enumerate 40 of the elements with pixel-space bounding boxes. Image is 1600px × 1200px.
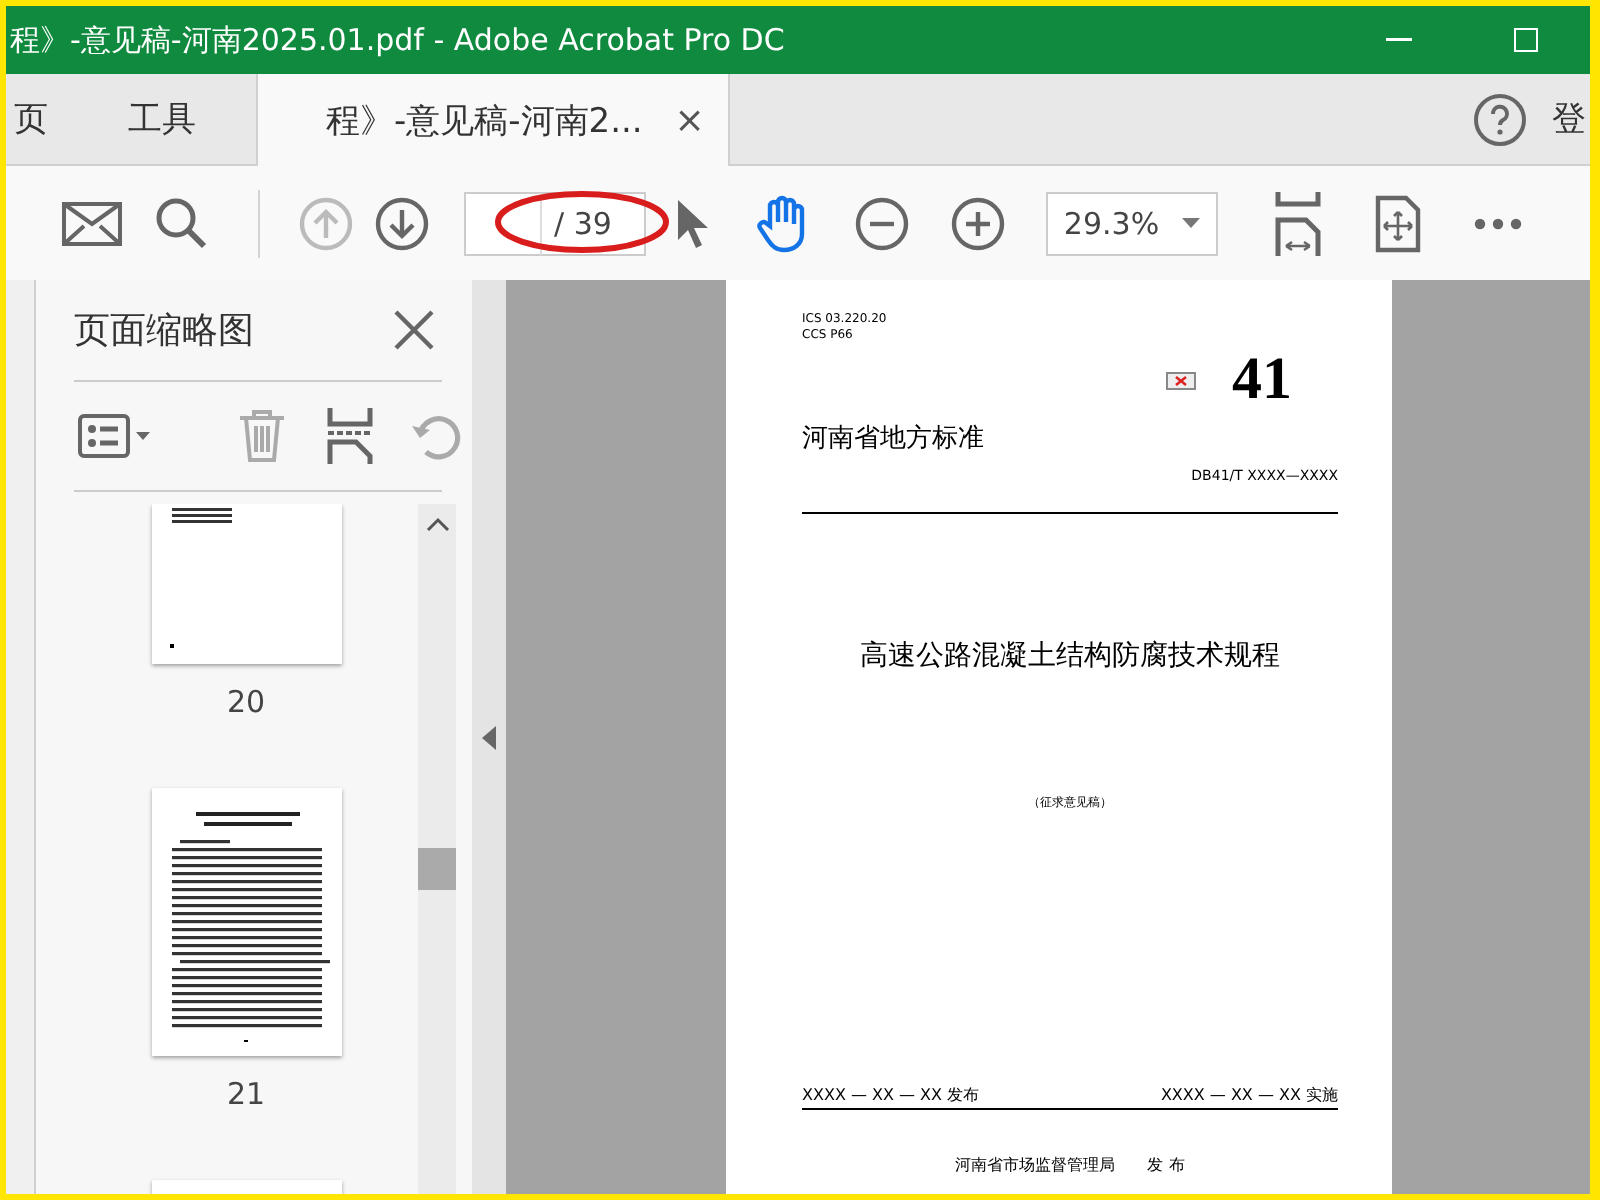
broken-image-icon bbox=[1166, 371, 1196, 389]
window-title: 程》-意见稿-河南2025.01.pdf - Adobe Acrobat Pro DC bbox=[10, 21, 785, 59]
more-icon[interactable] bbox=[1473, 217, 1522, 229]
mail-icon[interactable] bbox=[62, 201, 122, 245]
hand-icon[interactable] bbox=[753, 193, 810, 253]
zoom-dropdown[interactable]: 29.3% bbox=[1045, 191, 1218, 255]
full-screen-icon[interactable] bbox=[1373, 193, 1422, 253]
help-icon[interactable] bbox=[1472, 91, 1528, 147]
pointer-icon[interactable] bbox=[673, 197, 710, 249]
document-title: 高速公路混凝土结构防腐技术规程 bbox=[860, 638, 1280, 674]
minimize-icon[interactable] bbox=[1385, 38, 1411, 42]
caret-icon bbox=[1181, 218, 1200, 228]
sign-in-link[interactable]: 登 bbox=[1552, 96, 1586, 142]
scrollbar-thumb[interactable] bbox=[418, 848, 456, 890]
nav-tab[interactable]: 工具 bbox=[108, 74, 216, 164]
fit-page-icon[interactable] bbox=[1273, 191, 1322, 255]
collapse-arrow-icon[interactable] bbox=[482, 725, 496, 749]
list-options-icon[interactable] bbox=[78, 412, 154, 460]
panel-title: 页面缩略图 bbox=[74, 308, 254, 354]
close-icon[interactable] bbox=[394, 310, 434, 350]
page-thumbnail[interactable] bbox=[151, 788, 341, 1056]
split-page-icon[interactable] bbox=[326, 408, 374, 464]
issuer: 河南省市场监督管理局 发 布 bbox=[955, 1154, 1185, 1176]
document-tab[interactable]: 程》-意见稿-河南2... × bbox=[256, 74, 731, 166]
scrollbar[interactable] bbox=[418, 504, 456, 1194]
issue-date: XXXX — XX — XX 发布 bbox=[802, 1084, 980, 1106]
close-tab-button[interactable]: × bbox=[674, 99, 705, 141]
search-icon[interactable] bbox=[154, 195, 210, 251]
page-number: 20 bbox=[226, 684, 266, 720]
down-arrow-icon[interactable] bbox=[374, 195, 430, 251]
page-number: 21 bbox=[226, 1076, 266, 1112]
zoom-in-icon[interactable] bbox=[949, 195, 1006, 251]
region-number: 41 bbox=[1232, 352, 1292, 408]
effective-date: XXXX — XX — XX 实施 bbox=[1160, 1084, 1338, 1106]
maximize-icon[interactable] bbox=[1514, 28, 1538, 52]
zoom-out-icon[interactable] bbox=[853, 195, 910, 251]
chevron-up-icon[interactable] bbox=[425, 516, 449, 532]
page-thumbnail[interactable] bbox=[151, 504, 341, 664]
nav-tab[interactable]: 页 bbox=[6, 74, 68, 164]
standard-type: 河南省地方标准 bbox=[802, 422, 986, 456]
